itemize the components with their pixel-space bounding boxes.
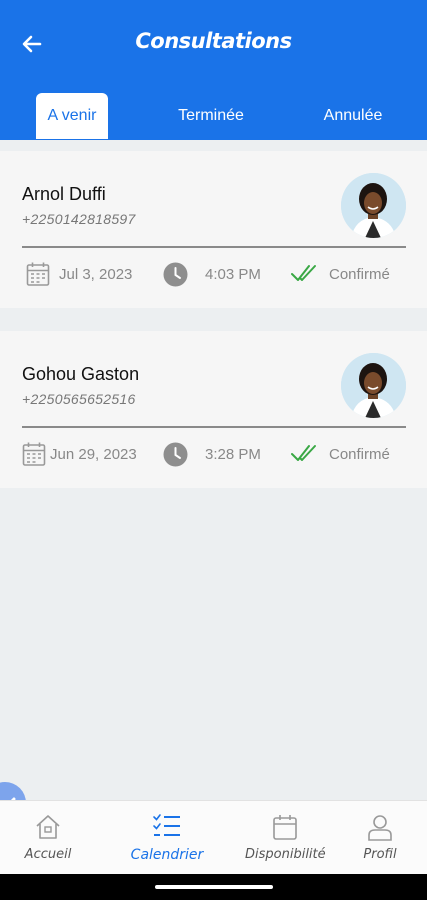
status-group: Confirmé (291, 439, 390, 469)
home-icon (36, 815, 60, 839)
calendar-icon (26, 262, 50, 286)
status-badge: Confirmé (329, 445, 390, 463)
time-group: 4:03 PM (163, 259, 261, 289)
tab-bar: A venir Terminée Annulée (0, 93, 427, 139)
user-icon (368, 815, 392, 841)
appointment-card[interactable]: Arnol Duffi +2250142818597 Jul 3, 2023 4… (0, 151, 427, 308)
appointment-time: 3:28 PM (205, 445, 261, 463)
home-gesture-handle[interactable] (155, 885, 273, 889)
checklist-icon (153, 814, 180, 836)
calendar-icon (273, 815, 297, 840)
patient-phone: +2250565652516 (22, 391, 136, 407)
tab-terminee[interactable]: Terminée (166, 93, 256, 139)
patient-name: Arnol Duffi (22, 184, 106, 204)
date-group: Jul 3, 2023 (26, 259, 132, 289)
nav-label: Profil (363, 847, 397, 862)
date-group: Jun 29, 2023 (22, 439, 137, 469)
nav-accueil[interactable]: Accueil (15, 801, 81, 875)
avatar (341, 173, 406, 238)
bottom-navigation: Accueil Calendrier Disponibilité Profil (0, 800, 427, 874)
tab-a-venir[interactable]: A venir (36, 93, 108, 139)
nav-calendrier[interactable]: Calendrier (126, 801, 208, 875)
card-divider (22, 246, 406, 248)
nav-label: Calendrier (130, 847, 204, 863)
system-navigation-bar (0, 874, 427, 900)
nav-disponibilite[interactable]: Disponibilité (245, 801, 326, 875)
app-header: Consultations A venir Terminée Annulée (0, 0, 427, 140)
status-badge: Confirmé (329, 265, 390, 283)
avatar (341, 353, 406, 418)
status-group: Confirmé (291, 259, 390, 289)
nav-profil[interactable]: Profil (355, 801, 405, 875)
appointment-time: 4:03 PM (205, 265, 261, 283)
tab-annulee[interactable]: Annulée (313, 93, 393, 139)
appointment-date: Jul 3, 2023 (59, 265, 133, 283)
patient-name: Gohou Gaston (22, 364, 140, 384)
clock-icon (163, 442, 188, 466)
card-divider (22, 426, 406, 428)
appointment-card[interactable]: Gohou Gaston +2250565652516 Jun 29, 2023… (0, 331, 427, 488)
clock-icon (163, 262, 188, 286)
calendar-icon (22, 442, 46, 466)
double-check-icon (291, 445, 316, 461)
double-check-icon (291, 265, 316, 281)
nav-label: Accueil (24, 847, 72, 862)
patient-phone: +2250142818597 (22, 211, 136, 227)
appointment-date: Jun 29, 2023 (50, 445, 137, 463)
nav-label: Disponibilité (245, 847, 326, 862)
page-title: Consultations (135, 29, 292, 53)
time-group: 3:28 PM (163, 439, 261, 469)
